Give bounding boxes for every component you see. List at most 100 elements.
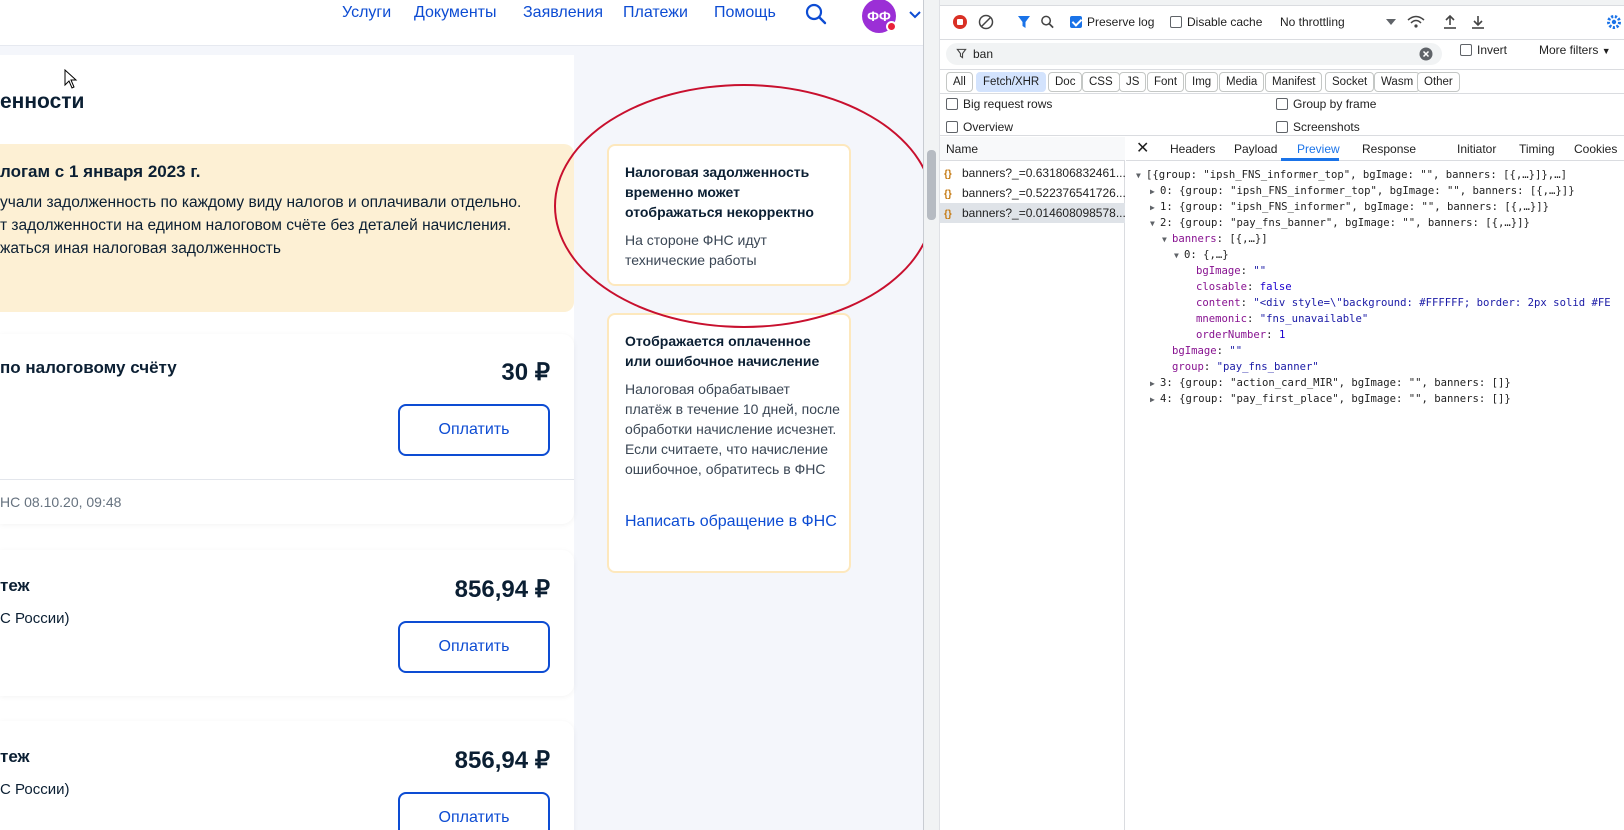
tax-notice-title: логам с 1 января 2023 г. [0,162,201,181]
clear-icon[interactable] [978,14,994,30]
dropdown-arrow-icon[interactable] [1386,18,1396,26]
tab-initiator[interactable]: Initiator [1457,142,1496,156]
overview-checkbox[interactable]: Overview [946,120,1013,134]
tab-payload[interactable]: Payload [1234,142,1277,156]
nav-link-applications[interactable]: Заявления [523,4,603,22]
chevron-down-icon[interactable] [908,8,922,22]
tab-headers[interactable]: Headers [1170,142,1215,156]
search-icon[interactable] [804,2,828,26]
type-filter-font[interactable]: Font [1147,72,1185,92]
payment-title: теж [0,576,30,595]
name-column-header: Name [946,142,979,156]
tree-node[interactable]: ▶ 1: {group: "ipsh_FNS_informer", bgImage… [1150,199,1549,215]
clear-filter-icon[interactable] [1419,47,1433,61]
request-name: banners?_=0.631806832461... [962,166,1125,180]
tree-node[interactable]: ▼ 2: {group: "pay_fns_banner", bgImage: "… [1150,215,1530,231]
tree-field: mnemonic: "fns_unavailable" [1196,313,1369,325]
triangle-expanded-icon: ▼ [1162,235,1167,244]
more-filters-dropdown[interactable]: More filters ▼ [1539,43,1611,57]
write-to-fns-link[interactable]: Написать обращение в ФНС [625,510,840,533]
tab-cookies[interactable]: Cookies [1574,142,1617,156]
type-filter-img[interactable]: Img [1185,72,1219,92]
throttling-select[interactable]: No throttling [1280,15,1345,29]
xhr-icon: {} [944,209,952,220]
tree-value: [{,…}] [1229,233,1268,245]
nav-link-help[interactable]: Помощь [714,4,776,22]
request-row-selected[interactable]: {} banners?_=0.014608098578... [940,203,1125,223]
type-filter-doc[interactable]: Doc [1048,72,1083,92]
type-filter-js[interactable]: JS [1119,72,1147,92]
tab-timing[interactable]: Timing [1519,142,1555,156]
request-row[interactable]: {} banners?_=0.522376541726... [940,183,1125,203]
filter-icon[interactable] [1016,14,1032,30]
tree-field: group: "pay_fns_banner" [1172,361,1319,373]
tree-value: 1 [1278,329,1286,341]
preserve-log-label: Preserve log [1087,15,1155,29]
tree-node[interactable]: ▶ 3: {group: "action_card_MIR", bgImage: … [1150,375,1511,391]
tax-notice-line: учали задолженность по каждому виду нало… [0,194,522,211]
type-filter-socket[interactable]: Socket [1325,72,1375,92]
tree-node[interactable]: ▶ 0: {group: "ipsh_FNS_informer_top", bgI… [1150,183,1575,199]
tree-value: false [1259,281,1292,293]
network-conditions-icon[interactable] [1407,15,1425,29]
nav-link-documents[interactable]: Документы [414,4,496,22]
import-har-icon[interactable] [1443,14,1457,30]
payment-amount: 856,94 ₽ [454,747,550,774]
search-icon[interactable] [1040,15,1055,30]
payment-amount: 30 ₽ [501,359,550,386]
invert-label: Invert [1477,43,1508,57]
tree-value: "pay_fns_banner" [1216,361,1319,373]
type-filter-fetch-xhr[interactable]: Fetch/XHR [976,72,1047,92]
tree-key: closable [1196,281,1248,293]
info-card-text: Налоговая обрабатывает платёж в течение … [625,381,840,477]
invert-checkbox[interactable]: Invert [1460,43,1507,57]
request-name: banners?_=0.522376541726... [962,186,1125,200]
page-scrollbar[interactable] [924,0,940,830]
tree-root[interactable]: ▼ [{group: "ipsh_FNS_informer_top", bgIma… [1136,167,1567,183]
export-har-icon[interactable] [1471,14,1485,30]
pay-button[interactable]: Оплатить [398,404,550,456]
stop-recording-icon[interactable] [952,14,968,30]
preserve-log-checkbox[interactable]: Preserve log [1070,15,1154,29]
close-icon[interactable]: ✕ [1136,138,1149,158]
checkbox-icon [1276,98,1288,110]
tree-key: mnemonic [1196,313,1248,325]
pay-button[interactable]: Оплатить [398,792,550,830]
payment-meta: НС 08.10.20, 09:48 [0,494,122,510]
disable-cache-checkbox[interactable]: Disable cache [1170,15,1262,29]
request-list-header[interactable]: Name [940,137,1125,161]
payment-title: теж [0,747,30,766]
big-request-rows-checkbox[interactable]: Big request rows [946,97,1052,111]
triangle-expanded-icon: ▼ [1136,171,1141,180]
payment-subtitle: С России) [0,610,70,627]
payment-title: по налоговому счёту [0,358,177,377]
gosuslugi-page: Услуги Документы Заявления Платежи Помощ… [0,0,923,830]
filter-input[interactable]: ban [946,43,1442,65]
type-filter-all[interactable]: All [946,72,973,92]
type-filter-media[interactable]: Media [1219,72,1265,92]
checkbox-icon [1276,121,1288,133]
triangle-collapsed-icon: ▶ [1150,203,1155,212]
tree-node[interactable]: ▼ banners: [{,…}] [1162,231,1268,247]
type-filter-css[interactable]: CSS [1082,72,1120,92]
group-by-frame-label: Group by frame [1293,97,1377,111]
scrollbar-thumb[interactable] [927,150,936,220]
type-filter-manifest[interactable]: Manifest [1265,72,1323,92]
nav-link-payments[interactable]: Платежи [623,4,688,22]
network-filter-bar: ban Invert More filters ▼ [940,40,1624,70]
tree-node[interactable]: ▶ 4: {group: "pay_first_place", bgImage: … [1150,391,1511,407]
type-filter-other[interactable]: Other [1417,72,1460,92]
mouse-cursor-icon [64,69,78,89]
screenshots-checkbox[interactable]: Screenshots [1276,120,1360,134]
network-toolbar: Preserve log Disable cache No throttling [940,6,1624,40]
request-row[interactable]: {} banners?_=0.631806832461... [940,163,1125,183]
pay-button[interactable]: Оплатить [398,621,550,673]
tree-field: content: "<div style=\"background: #FFFF… [1196,297,1611,309]
nav-link-services[interactable]: Услуги [342,4,391,22]
group-by-frame-checkbox[interactable]: Group by frame [1276,97,1376,111]
tab-preview[interactable]: Preview [1297,142,1340,156]
tree-node[interactable]: ▼ 0: {,…} [1174,247,1229,263]
settings-gear-icon[interactable] [1606,14,1622,30]
tab-response[interactable]: Response [1362,142,1416,156]
type-filter-wasm[interactable]: Wasm [1374,72,1421,92]
